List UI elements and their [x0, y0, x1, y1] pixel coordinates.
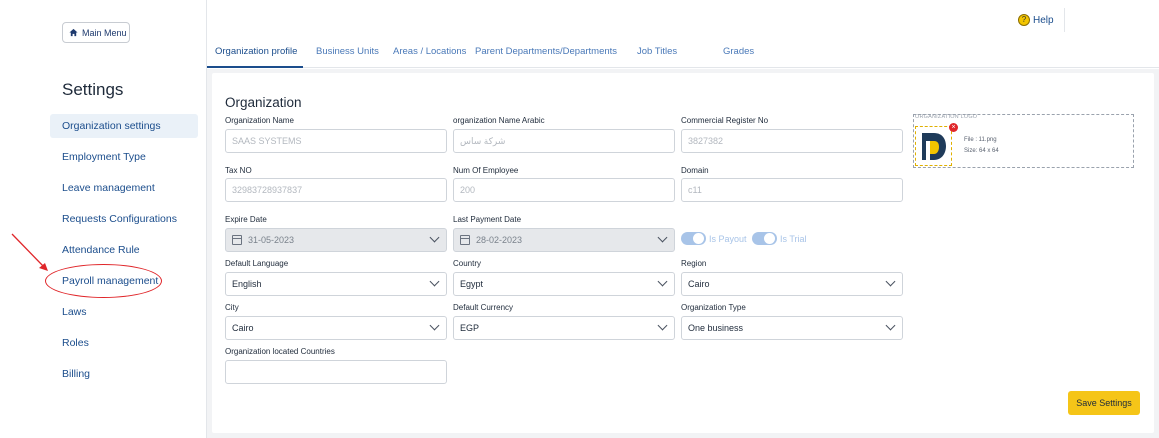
is-trial-toggle[interactable] — [752, 232, 777, 245]
org-type-value: One business — [688, 323, 744, 333]
org-type-label: Organization Type — [681, 303, 746, 312]
org-name-ar-input[interactable]: شركة ساس — [453, 129, 675, 153]
num-employee-input[interactable]: 200 — [453, 178, 675, 202]
default-language-value: English — [232, 279, 262, 289]
annotation-arrow — [11, 233, 48, 271]
chevron-down-icon — [429, 320, 440, 331]
default-currency-select[interactable]: EGP — [453, 316, 675, 340]
chevron-down-icon — [429, 276, 440, 287]
tab-bar: Organization profile Business Units Area… — [207, 40, 1159, 68]
chevron-down-icon — [657, 320, 668, 331]
default-language-select[interactable]: English — [225, 272, 447, 296]
save-settings-button[interactable]: Save Settings — [1068, 391, 1140, 415]
sidebar-item-leave-management[interactable]: Leave management — [50, 176, 198, 200]
sidebar-item-laws[interactable]: Laws — [50, 300, 198, 324]
logo-caption: ORGANIZATION LOGO — [915, 114, 978, 120]
domain-label: Domain — [681, 166, 709, 175]
settings-nav: Organization settings Employment Type Le… — [50, 114, 198, 393]
region-label: Region — [681, 259, 707, 268]
is-payout-toggle[interactable] — [681, 232, 706, 245]
header-divider — [1064, 8, 1065, 32]
section-title: Organization — [225, 95, 302, 110]
remove-logo-icon[interactable]: × — [949, 123, 958, 132]
annotation-ellipse — [45, 264, 162, 298]
org-name-ar-label: organization Name Arabic — [453, 116, 545, 125]
chevron-down-icon — [657, 276, 668, 287]
commercial-reg-input[interactable]: 3827382 — [681, 129, 903, 153]
sidebar-item-employment-type[interactable]: Employment Type — [50, 145, 198, 169]
help-link[interactable]: ? Help — [1018, 14, 1054, 26]
chevron-down-icon — [429, 232, 440, 243]
is-payout-label: Is Payout — [709, 234, 747, 244]
tab-areas-locations[interactable]: Areas / Locations — [393, 46, 466, 57]
tax-no-input[interactable]: 32983728937837 — [225, 178, 447, 202]
sidebar-item-organization-settings[interactable]: Organization settings — [50, 114, 198, 138]
organization-logo-image — [915, 126, 952, 166]
located-countries-input[interactable] — [225, 360, 447, 384]
main-menu-button[interactable]: Main Menu — [62, 22, 130, 43]
domain-input[interactable]: c11 — [681, 178, 903, 202]
default-language-label: Default Language — [225, 259, 289, 268]
country-value: Egypt — [460, 279, 484, 289]
city-select[interactable]: Cairo — [225, 316, 447, 340]
calendar-icon — [460, 235, 470, 245]
tab-job-titles[interactable]: Job Titles — [637, 46, 677, 57]
calendar-icon — [232, 235, 242, 245]
tab-grades[interactable]: Grades — [723, 46, 754, 57]
home-icon — [69, 28, 78, 37]
help-label: Help — [1033, 14, 1054, 26]
located-countries-label: Organization located Countries — [225, 347, 335, 356]
country-label: Country — [453, 259, 482, 268]
city-value: Cairo — [232, 323, 254, 333]
region-select[interactable]: Cairo — [681, 272, 903, 296]
commercial-reg-label: Commercial Register No — [681, 116, 769, 125]
tab-business-units[interactable]: Business Units — [316, 46, 379, 57]
org-type-select[interactable]: One business — [681, 316, 903, 340]
sidebar-item-requests-configurations[interactable]: Requests Configurations — [50, 207, 198, 231]
sidebar-item-billing[interactable]: Billing — [50, 362, 198, 386]
help-icon: ? — [1018, 14, 1030, 26]
settings-title: Settings — [62, 80, 124, 99]
org-name-input[interactable]: SAAS SYSTEMS — [225, 129, 447, 153]
tab-organization-profile[interactable]: Organization profile — [215, 46, 297, 57]
chevron-down-icon — [885, 320, 896, 331]
is-trial-label: Is Trial — [780, 234, 807, 244]
sidebar-item-roles[interactable]: Roles — [50, 331, 198, 355]
logo-file-size: Size: 64 x 64 — [964, 148, 999, 154]
last-payment-picker[interactable]: 28-02-2023 — [453, 228, 675, 252]
country-select[interactable]: Egypt — [453, 272, 675, 296]
active-tab-indicator — [207, 66, 303, 68]
expire-date-picker[interactable]: 31-05-2023 — [225, 228, 447, 252]
sidebar: Main Menu Settings Organization settings… — [0, 0, 207, 438]
region-value: Cairo — [688, 279, 710, 289]
main-menu-label: Main Menu — [82, 27, 127, 38]
num-employee-label: Num Of Employee — [453, 166, 519, 175]
default-currency-value: EGP — [460, 323, 480, 333]
tab-departments[interactable]: Parent Departments/Departments — [475, 46, 617, 57]
last-payment-value: 28-02-2023 — [476, 235, 523, 245]
org-name-label: Organization Name — [225, 116, 294, 125]
default-currency-label: Default Currency — [453, 303, 514, 312]
tax-no-label: Tax NO — [225, 166, 252, 175]
logo-file-name: File : 11.png — [964, 137, 997, 143]
last-payment-label: Last Payment Date — [453, 215, 522, 224]
expire-date-label: Expire Date — [225, 215, 267, 224]
city-label: City — [225, 303, 239, 312]
sidebar-item-attendance-rule[interactable]: Attendance Rule — [50, 238, 198, 262]
chevron-down-icon — [885, 276, 896, 287]
expire-date-value: 31-05-2023 — [248, 235, 295, 245]
chevron-down-icon — [657, 232, 668, 243]
